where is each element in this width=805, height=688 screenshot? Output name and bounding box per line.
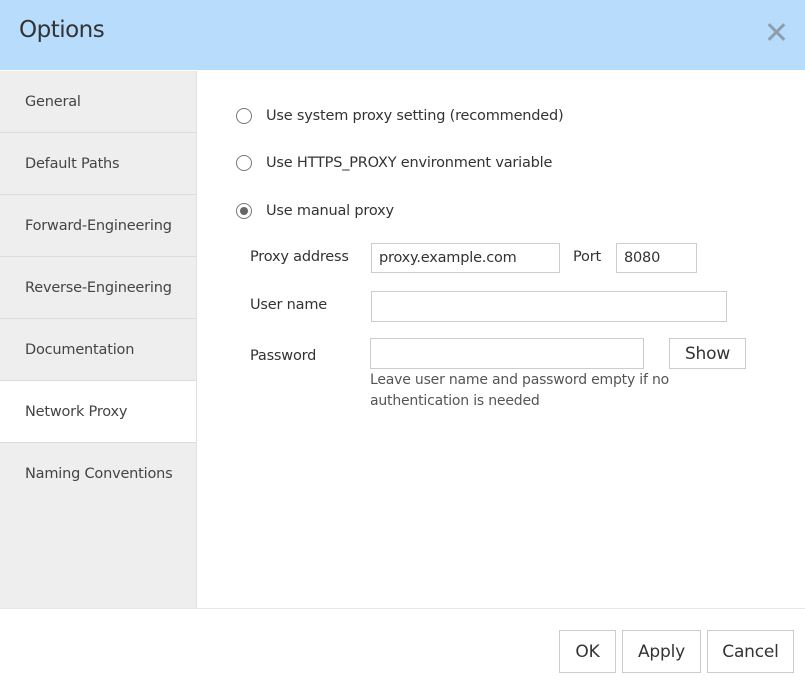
apply-button[interactable]: Apply bbox=[622, 630, 701, 673]
show-password-button[interactable]: Show bbox=[669, 338, 746, 369]
password-input[interactable] bbox=[370, 338, 644, 369]
port-input[interactable]: 8080 bbox=[616, 243, 697, 273]
dialog-header: Options bbox=[0, 0, 805, 70]
dialog-title: Options bbox=[19, 17, 105, 43]
sidebar-item-default-paths[interactable]: Default Paths bbox=[0, 133, 196, 195]
sidebar: General Default Paths Forward-Engineerin… bbox=[0, 71, 197, 608]
radio-label: Use HTTPS_PROXY environment variable bbox=[266, 155, 553, 171]
sidebar-item-forward-engineering[interactable]: Forward-Engineering bbox=[0, 195, 196, 257]
radio-unchecked-icon[interactable] bbox=[236, 108, 252, 124]
proxy-address-input[interactable]: proxy.example.com bbox=[371, 243, 560, 273]
password-label: Password bbox=[250, 348, 317, 364]
radio-manual-proxy[interactable]: Use manual proxy bbox=[236, 203, 394, 219]
cancel-button[interactable]: Cancel bbox=[707, 630, 794, 673]
radio-system-proxy[interactable]: Use system proxy setting (recommended) bbox=[236, 108, 564, 124]
port-label: Port bbox=[573, 249, 601, 265]
ok-button[interactable]: OK bbox=[559, 630, 616, 673]
username-input[interactable] bbox=[371, 291, 727, 322]
sidebar-item-general[interactable]: General bbox=[0, 71, 196, 133]
radio-checked-icon[interactable] bbox=[236, 203, 252, 219]
username-label: User name bbox=[250, 297, 327, 313]
radio-unchecked-icon[interactable] bbox=[236, 155, 252, 171]
auth-hint: Leave user name and password empty if no… bbox=[370, 372, 670, 409]
proxy-address-label: Proxy address bbox=[250, 249, 349, 265]
sidebar-item-reverse-engineering[interactable]: Reverse-Engineering bbox=[0, 257, 196, 319]
sidebar-item-naming-conventions[interactable]: Naming Conventions bbox=[0, 443, 196, 504]
radio-https-proxy-env[interactable]: Use HTTPS_PROXY environment variable bbox=[236, 155, 552, 171]
radio-label: Use manual proxy bbox=[266, 203, 394, 219]
close-icon[interactable] bbox=[764, 20, 788, 44]
radio-label: Use system proxy setting (recommended) bbox=[266, 108, 564, 124]
sidebar-item-documentation[interactable]: Documentation bbox=[0, 319, 196, 381]
network-proxy-panel: Use system proxy setting (recommended) U… bbox=[197, 71, 805, 608]
dialog-footer: OK Apply Cancel bbox=[0, 608, 805, 688]
sidebar-item-network-proxy[interactable]: Network Proxy bbox=[0, 381, 196, 443]
